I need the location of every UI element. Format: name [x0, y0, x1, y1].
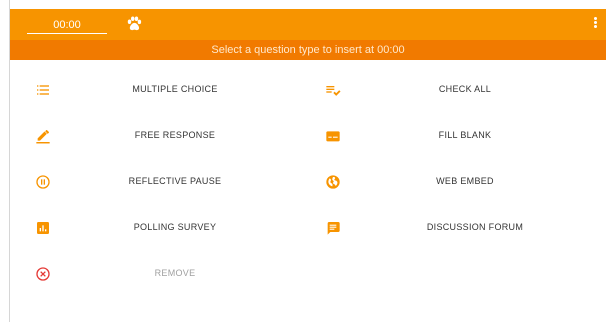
bar-chart-icon: [37, 222, 49, 234]
question-type-label: FILL BLANK: [438, 130, 492, 140]
globe-icon: [326, 175, 340, 189]
pause-circle-icon: [36, 175, 50, 189]
playlist-check-icon: [326, 86, 341, 96]
question-type-multiple-choice[interactable]: MULTIPLE CHOICE: [35, 67, 305, 113]
question-type-discussion-forum[interactable]: DISCUSSION FORUM: [325, 205, 595, 251]
list-icon: [37, 85, 49, 95]
question-type-label: CHECK ALL: [438, 84, 492, 94]
insert-prompt-banner: Select a question type to insert at 00:0…: [10, 40, 606, 60]
chat-bubble-icon: [327, 222, 340, 235]
more-vert-icon[interactable]: [592, 16, 598, 34]
remove-label: REMOVE: [154, 268, 196, 278]
pencil-icon: [36, 130, 50, 144]
question-type-web-embed[interactable]: WEB EMBED: [325, 159, 595, 205]
fill-blank-icon: [326, 131, 340, 142]
timestamp-input[interactable]: [27, 17, 107, 34]
remove-circle-icon: [36, 267, 50, 281]
question-type-label: MULTIPLE CHOICE: [132, 84, 218, 94]
question-type-polling-survey[interactable]: POLLING SURVEY: [35, 205, 305, 251]
question-type-free-response[interactable]: FREE RESPONSE: [35, 113, 305, 159]
question-type-label: FREE RESPONSE: [134, 130, 216, 140]
question-type-check-all[interactable]: CHECK ALL: [325, 67, 595, 113]
paw-icon[interactable]: [125, 15, 143, 33]
top-toolbar: [10, 9, 606, 40]
question-type-label: WEB EMBED: [436, 176, 494, 186]
remove-button[interactable]: REMOVE: [35, 251, 305, 297]
question-type-reflective-pause[interactable]: REFLECTIVE PAUSE: [35, 159, 305, 205]
question-type-label: REFLECTIVE PAUSE: [128, 176, 222, 186]
question-type-label: POLLING SURVEY: [133, 222, 217, 232]
question-type-label: DISCUSSION FORUM: [426, 222, 524, 232]
question-type-fill-blank[interactable]: FILL BLANK: [325, 113, 595, 159]
